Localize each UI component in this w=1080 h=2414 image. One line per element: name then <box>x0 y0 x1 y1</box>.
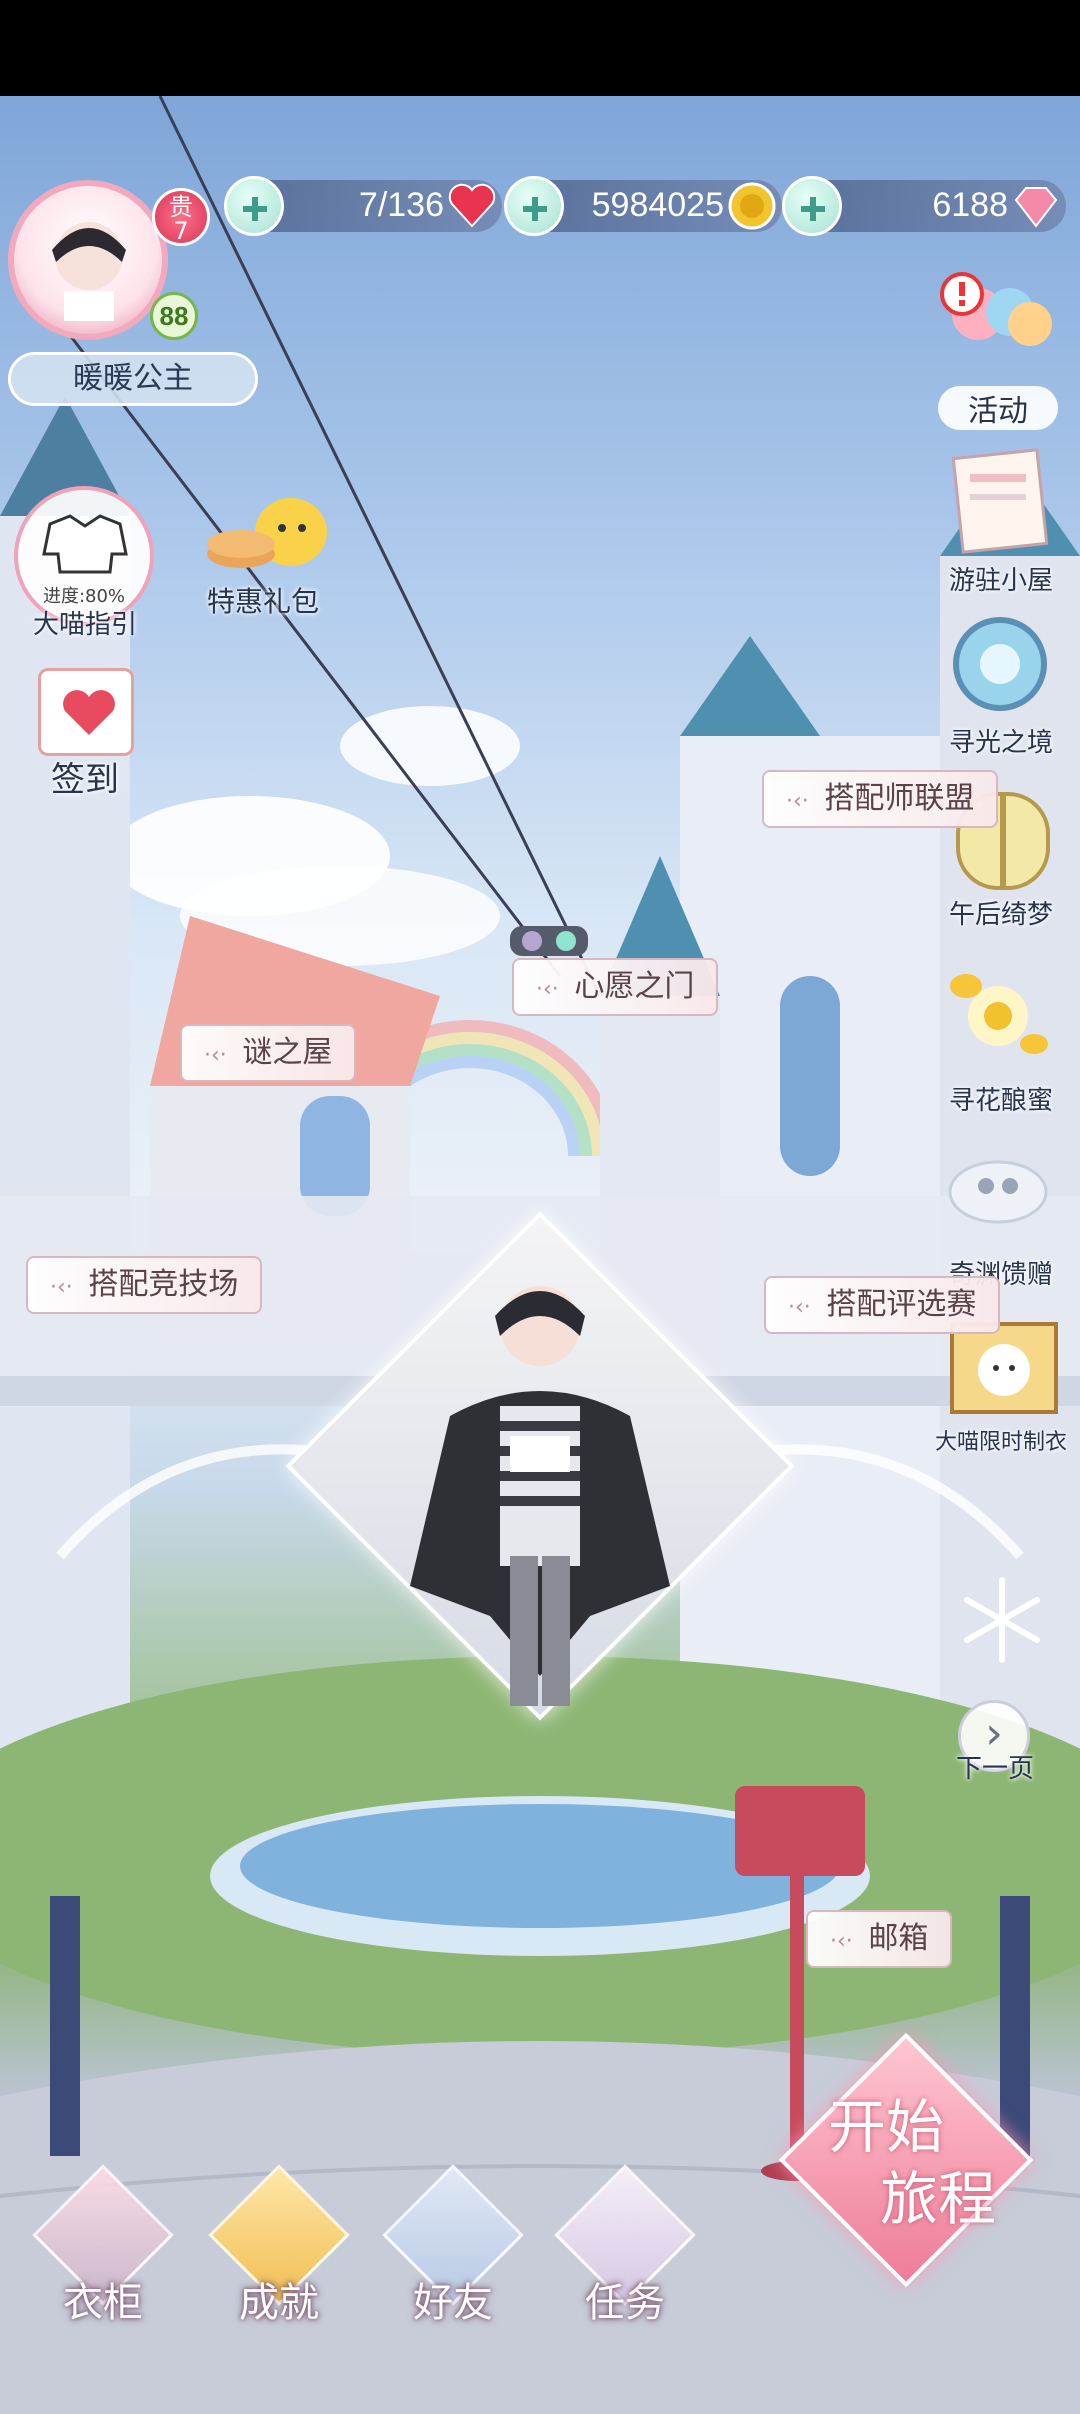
friends-label: 好友 <box>413 2280 493 2326</box>
wish-gate-sign[interactable]: 心愿之门 <box>512 958 719 1016</box>
next-page-label: 下一页 <box>955 1754 1034 1784</box>
arena-sign[interactable]: 搭配竞技场 <box>26 1256 263 1314</box>
gift-pack-icon <box>207 498 327 568</box>
flower-honey-label: 寻花酿蜜 <box>948 1086 1053 1116</box>
stamina-value: 7/136 <box>358 186 444 224</box>
tasks-label: 任务 <box>585 2280 665 2326</box>
limited-tailor-label: 大喵限时制衣 <box>934 1430 1067 1455</box>
avatar-portrait <box>52 222 126 321</box>
event-label: 活动 <box>938 386 1058 430</box>
arena-text: 搭配竞技场 <box>88 1267 239 1302</box>
cabin-button[interactable] <box>940 444 1060 554</box>
mailbox-text: 邮箱 <box>868 1921 929 1956</box>
calendar-heart-icon <box>63 690 115 735</box>
gold-value: 5984025 <box>591 186 724 224</box>
diamond-bar: 6188 <box>782 176 1066 236</box>
balloons-icon <box>940 272 1052 346</box>
player-avatar[interactable] <box>8 180 168 340</box>
add-gold-button[interactable] <box>504 176 564 236</box>
mystery-house-sign[interactable]: 谜之屋 <box>180 1024 357 1082</box>
light-realm-button[interactable] <box>944 610 1064 720</box>
diamond-value: 6188 <box>932 186 1008 224</box>
start-line2: 旅程 <box>880 2165 997 2233</box>
add-stamina-button[interactable] <box>224 176 284 236</box>
snowflake-icon[interactable] <box>952 1570 1052 1670</box>
cloud-icon <box>948 1160 1048 1224</box>
wardrobe-button[interactable]: 衣柜 <box>28 2160 178 2326</box>
player-name-plate[interactable]: 暖暖公主 <box>8 352 258 406</box>
character-figure[interactable] <box>390 1256 690 1726</box>
flower-bee-icon <box>950 974 1048 1054</box>
stylist-alliance-text: 搭配师联盟 <box>824 781 975 816</box>
tasks-button[interactable]: 任务 <box>550 2160 700 2326</box>
device-top-bar <box>0 0 1080 96</box>
review-sign[interactable]: 搭配评选赛 <box>764 1276 1001 1334</box>
special-gift-label: 特惠礼包 <box>206 585 319 618</box>
review-text: 搭配评选赛 <box>826 1287 977 1322</box>
jacket-icon <box>42 514 128 574</box>
vip-label: 贵 <box>169 193 193 221</box>
letter-icon <box>951 448 1049 554</box>
cabin-label: 游驻小屋 <box>948 566 1053 596</box>
heart-icon <box>448 183 496 228</box>
special-gift-button[interactable] <box>196 490 336 590</box>
friends-button[interactable]: 好友 <box>378 2160 528 2326</box>
flower-honey-button[interactable] <box>938 960 1058 1070</box>
wish-gate-text: 心愿之门 <box>574 969 695 1004</box>
light-realm-label: 寻光之境 <box>948 728 1053 758</box>
signin-label: 签到 <box>51 760 119 800</box>
mailbox-sign[interactable]: 邮箱 <box>806 1910 953 1968</box>
stamina-bar: 7/136 <box>224 176 502 236</box>
afternoon-dream-label: 午后绮梦 <box>948 900 1053 930</box>
mystery-house-text: 谜之屋 <box>242 1035 333 1070</box>
game-home-screen: 7/136 5984025 6188 贵 7 88 暖暖公主 进度:80% 大喵… <box>0 0 1080 2414</box>
guide-label: 大喵指引 <box>32 610 137 640</box>
vip-level: 7 <box>173 217 189 245</box>
level-badge: 88 <box>150 292 198 340</box>
stylist-alliance-sign[interactable]: 搭配师联盟 <box>762 770 999 828</box>
event-balloons-icon[interactable] <box>938 270 1058 380</box>
signin-button[interactable] <box>38 668 134 756</box>
achievement-button[interactable]: 成就 <box>204 2160 354 2326</box>
wardrobe-label: 衣柜 <box>63 2280 143 2326</box>
gold-bar: 5984025 <box>504 176 782 236</box>
start-journey-button[interactable]: 开始 旅程 <box>778 2032 1034 2288</box>
diamond-icon <box>1014 187 1058 228</box>
abyss-gift-button[interactable] <box>938 1130 1058 1240</box>
add-diamond-button[interactable] <box>782 176 842 236</box>
globe-icon <box>953 617 1047 711</box>
gold-coin-icon <box>728 182 776 230</box>
vip-badge: 贵 7 <box>152 188 210 246</box>
achievement-label: 成就 <box>239 2280 319 2326</box>
